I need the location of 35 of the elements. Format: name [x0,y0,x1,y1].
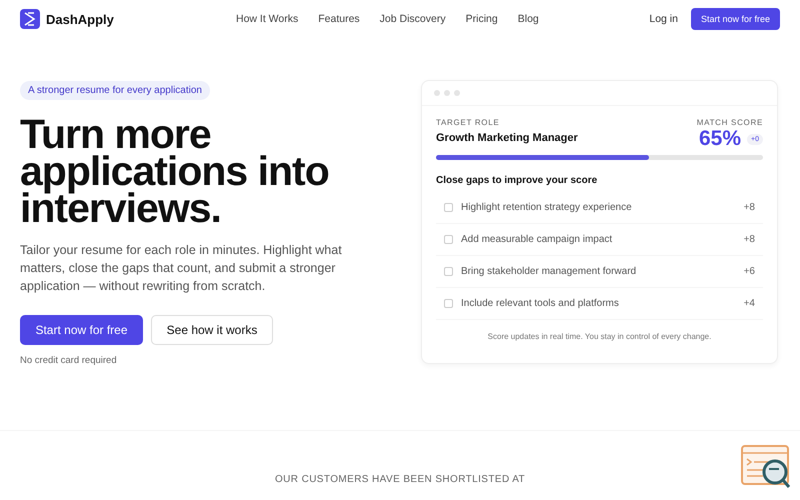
document-search-icon[interactable] [741,445,791,489]
customers-heading: OUR CUSTOMERS HAVE BEEN SHORTLISTED AT [274,474,526,485]
login-link[interactable]: Log in [649,13,678,25]
nav-link[interactable]: Blog [518,13,539,25]
gap-points: +8 [744,234,755,245]
logo-icon [20,9,40,29]
gap-label: Include relevant tools and platforms [461,298,620,309]
score-label: MATCH SCORE [696,118,763,127]
role-title: Growth Marketing Manager [436,132,578,144]
how-it-works-button[interactable]: See how it works [151,315,273,345]
checkbox[interactable] [444,299,453,308]
gap-label: Bring stakeholder management forward [461,266,638,277]
no-credit-card-note: No credit card required [20,355,118,366]
card-footnote: Score updates in real time. You stay in control of every change. [486,332,712,341]
start-free-button[interactable]: Start now for free [690,8,780,30]
checkbox[interactable] [444,235,453,244]
gaps-title: Close gaps to improve your score [436,175,598,186]
headline: Turn more applications into interviews. [20,116,330,227]
gap-points: +6 [744,266,755,277]
start-free-button[interactable]: Start now for free [20,315,143,345]
match-score: 65% [698,127,742,151]
gap-label: Add measurable campaign impact [461,234,614,245]
brand-name: DashApply [46,12,114,26]
nav-link[interactable]: Job Discovery [380,13,446,25]
gap-label: Highlight retention strategy experience [461,202,633,213]
tagline-badge: A stronger resume for every application [20,81,210,100]
checkbox[interactable] [444,203,453,212]
role-label: TARGET ROLE [436,118,500,127]
gap-points: +8 [744,202,755,213]
nav-link[interactable]: Features [318,13,360,25]
nav-link[interactable]: Pricing [466,13,498,25]
gap-points: +4 [744,298,755,309]
checkbox[interactable] [444,267,453,276]
subtitle: Tailor your resume for each role in minutes. Highlight what matters, close the gaps that count, and submit a stronger application — without rewriting from scratch. [20,242,343,295]
nav-link[interactable]: How It Works [236,13,298,25]
